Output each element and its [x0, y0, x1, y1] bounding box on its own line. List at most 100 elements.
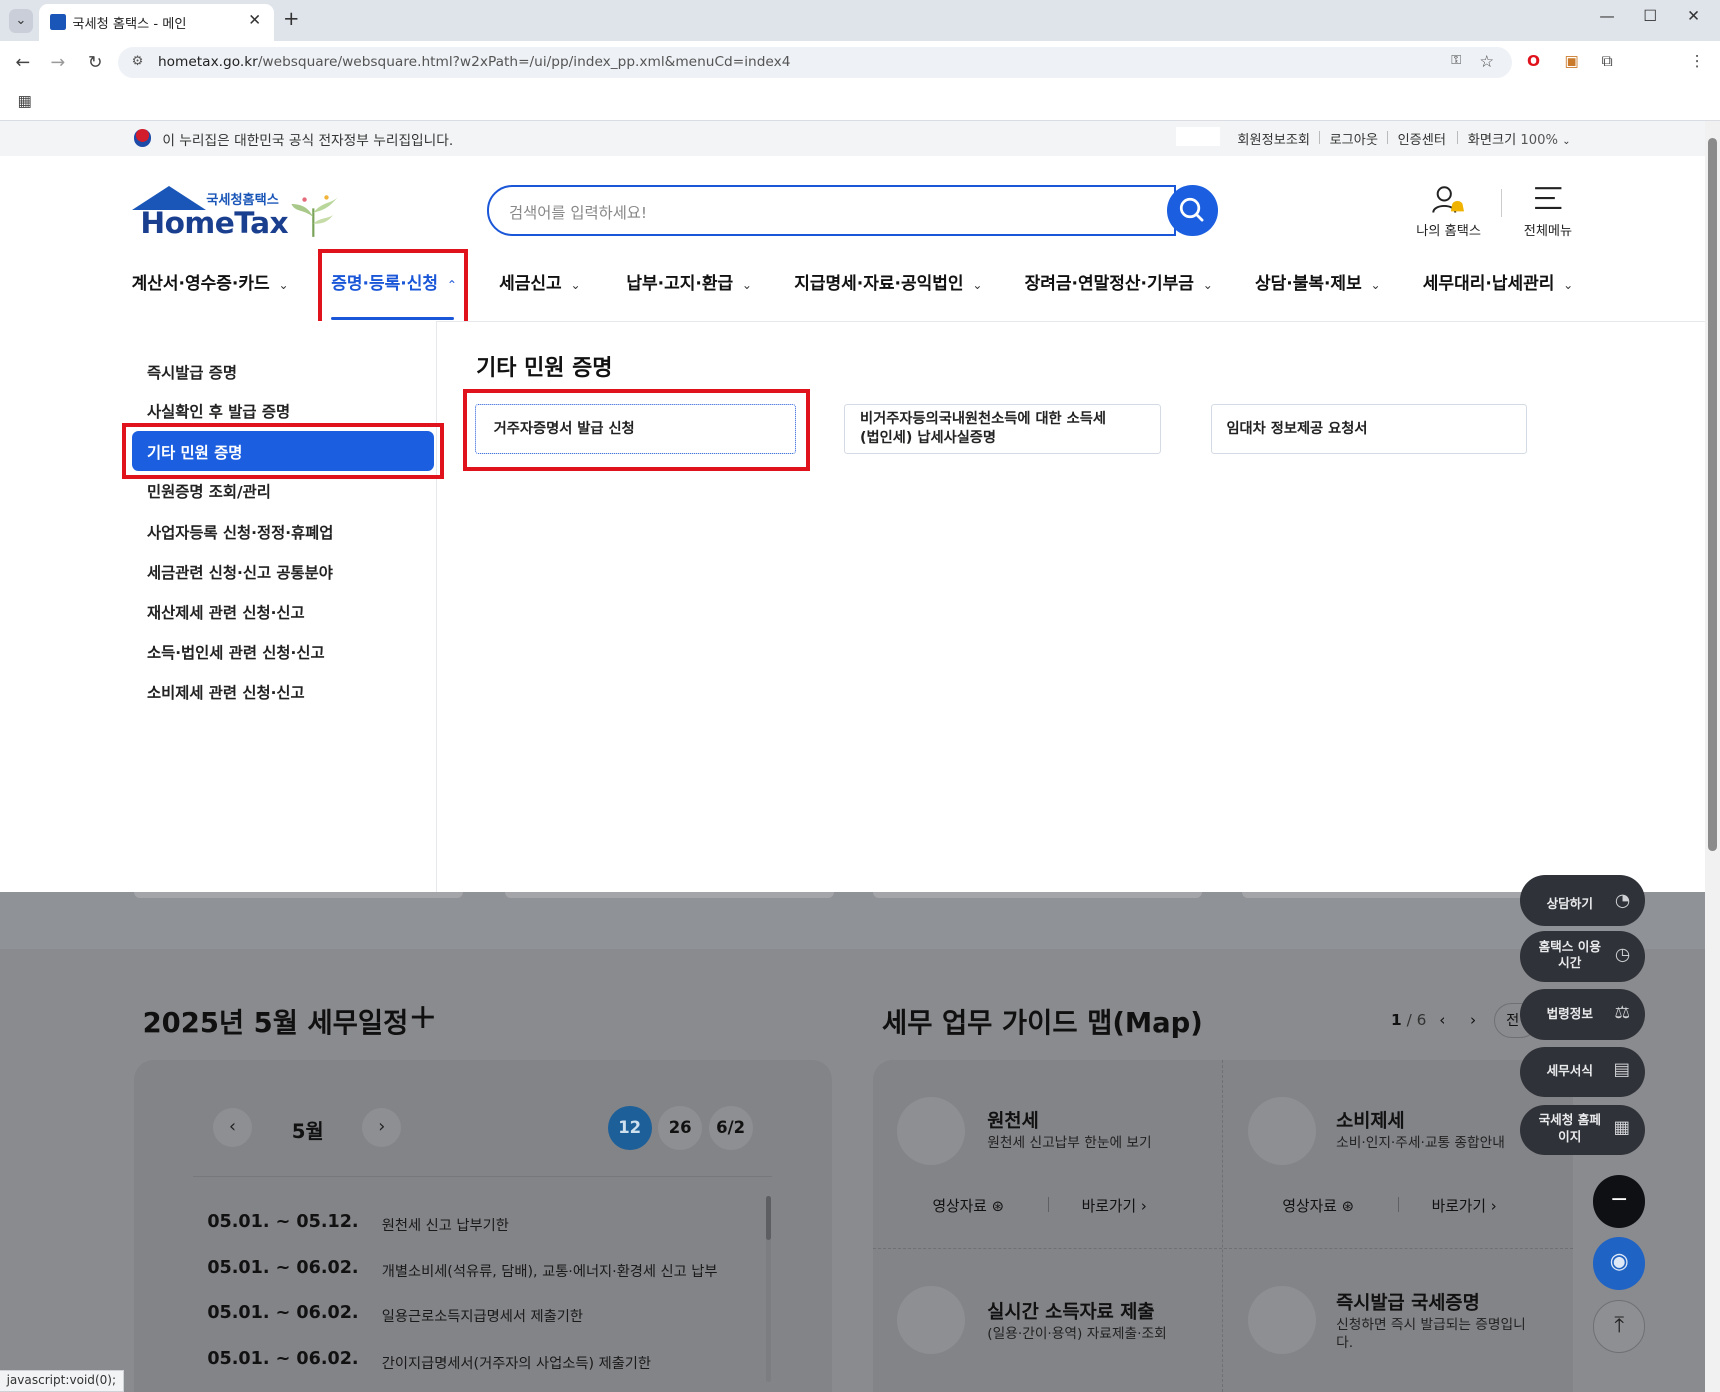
apps-grid-icon[interactable]: ▦ [18, 92, 33, 110]
extensions-puzzle-icon[interactable]: ⧉ [1602, 52, 1613, 71]
password-key-icon[interactable]: ⚿ [1451, 53, 1461, 68]
gnb-item-invoice[interactable]: 계산서·영수증·카드 ⌄ [132, 269, 289, 294]
video-reel-icon: ⊛ [991, 1197, 1005, 1215]
maximize-icon[interactable]: ☐ [1643, 7, 1657, 25]
address-bar[interactable]: ⚙ hometax.go.kr/websquare/websquare.html… [118, 47, 1512, 78]
link-divider [1397, 1196, 1399, 1213]
guide-card-sub: 원천세 신고납부 한눈에 보기 [987, 1135, 1152, 1152]
new-tab-icon[interactable]: + [283, 7, 300, 30]
my-hometax-label[interactable]: 나의 홈택스 [1416, 220, 1481, 239]
scroll-top-icon[interactable]: ⤒ [1592, 1299, 1646, 1353]
guide-card-title[interactable]: 즉시발급 국세증명 [1336, 1288, 1480, 1315]
lnb-item-common-tax[interactable]: 세금관련 신청·신고 공통분야 [147, 561, 333, 583]
date-pill[interactable]: 26 [658, 1105, 703, 1150]
guide-card-sub: 신청하면 즉시 발급되는 증명입니다. [1336, 1317, 1526, 1352]
lnb-item-instant-cert[interactable]: 즉시발급 증명 [147, 361, 237, 383]
schedule-scroll-thumb[interactable] [765, 1195, 772, 1240]
date-pill-selected[interactable]: 12 [607, 1105, 652, 1150]
schedule-row-desc[interactable]: 일용근로소득지급명세서 제출기한 [382, 1305, 583, 1326]
video-link[interactable]: 영상자료 ⊛ [932, 1195, 1004, 1216]
video-link[interactable]: 영상자료 ⊛ [1282, 1195, 1354, 1216]
float-law-button[interactable]: 법령정보 ⚖ [1520, 989, 1646, 1040]
schedule-row-date: 05.01. ~ 06.02. [207, 1303, 359, 1324]
site-info-icon[interactable]: ⚙ [132, 54, 144, 69]
date-pill[interactable]: 6/2 [708, 1105, 753, 1150]
logo-title[interactable]: HomeTax [140, 206, 288, 240]
dimmed-card-edge [504, 891, 834, 899]
chatbot-icon[interactable]: ◉ [1592, 1237, 1646, 1291]
gnb-item-incentive[interactable]: 장려금·연말정산·기부금 ⌄ [1025, 269, 1213, 294]
all-menu-label[interactable]: 전체메뉴 [1524, 220, 1572, 239]
gnb-item-payment[interactable]: 납부·고지·환급 ⌄ [626, 269, 752, 294]
gnb-item-payment-statement[interactable]: 지급명세·자료·공익법인 ⌄ [794, 269, 982, 294]
util-divider [1386, 130, 1388, 144]
cert-center-link[interactable]: 인증센터 [1398, 129, 1446, 148]
guide-next-chevron-icon[interactable]: › [1470, 1011, 1476, 1029]
schedule-row-desc[interactable]: 개별소비세(석유류, 담배), 교통·에너지·환경세 신고 납부 [382, 1260, 718, 1281]
my-hometax-icon[interactable] [1430, 184, 1467, 217]
logout-link[interactable]: 로그아웃 [1330, 129, 1378, 148]
goto-link[interactable]: 바로가기 › [1082, 1195, 1147, 1216]
user-name-blank [1175, 127, 1220, 146]
gnb-item-consult[interactable]: 상담·불복·제보 ⌄ [1255, 269, 1381, 294]
gavel-icon: ⚖ [1614, 1002, 1631, 1023]
search-button[interactable] [1167, 185, 1218, 236]
dimmed-band [0, 891, 1705, 949]
lnb-item-consumption-tax[interactable]: 소비제세 관련 신청·신고 [147, 681, 305, 703]
logo-plant-icon [291, 195, 338, 237]
forward-icon[interactable]: → [50, 53, 65, 73]
lnb-item-cert-lookup[interactable]: 민원증명 조회/관리 [147, 480, 271, 502]
zoom-control[interactable]: 화면크기 100% ⌄ [1468, 129, 1571, 148]
collapse-minus-icon[interactable]: − [1592, 1174, 1646, 1228]
guide-card-title[interactable]: 소비제세 [1336, 1106, 1405, 1133]
tab-title: 국세청 홈택스 - 메인 [72, 17, 187, 33]
page-scroll-thumb[interactable] [1708, 138, 1717, 852]
guide-prev-chevron-icon[interactable]: ‹ [1439, 1011, 1445, 1029]
float-consult-button[interactable]: 상담하기 ◔ [1520, 875, 1646, 926]
float-nts-home-button[interactable]: 국세청 홈페이지 ▦ [1520, 1104, 1646, 1156]
nonresident-tax-label: 비거주자등의국내원천소득에 대한 소득세 (법인세) 납세사실증명 [860, 411, 1106, 446]
lnb-item-business-reg[interactable]: 사업자등록 신청·정정·휴폐업 [147, 521, 333, 543]
goto-link[interactable]: 바로가기 › [1432, 1195, 1497, 1216]
lnb-item-income-tax[interactable]: 소득·법인세 관련 신청·신고 [147, 641, 325, 663]
opera-extension-icon[interactable]: O [1527, 52, 1540, 70]
search-placeholder: 검색어를 입력하세요! [509, 203, 648, 222]
chevron-down-icon: ⌄ [1370, 277, 1381, 292]
member-info-link[interactable]: 회원정보조회 [1237, 129, 1310, 148]
schedule-row-desc[interactable]: 간이지급명세서(거주자의 사업소득) 제출기한 [382, 1352, 651, 1373]
lnb-item-verified-cert[interactable]: 사실확인 후 발급 증명 [147, 400, 290, 422]
logo-subtitle[interactable]: 국세청홈택스 [206, 189, 279, 208]
float-hours-button[interactable]: 홈택스 이용시간 ◷ [1520, 931, 1646, 982]
clock-icon: ◷ [1614, 944, 1631, 965]
window-close-icon[interactable]: ✕ [1687, 7, 1700, 25]
schedule-row-desc[interactable]: 원천세 신고 납부기한 [382, 1214, 509, 1235]
chevron-down-icon: ⌄ [1563, 277, 1574, 292]
tab-search-icon[interactable]: ⌄ [8, 8, 33, 33]
building-icon: ▦ [1613, 1117, 1631, 1138]
bookmark-star-icon[interactable]: ☆ [1479, 52, 1494, 71]
lnb-item-property-tax[interactable]: 재산제세 관련 신청·신고 [147, 601, 305, 623]
schedule-divider [193, 1175, 773, 1178]
guide-card-title[interactable]: 실시간 소득자료 제출 [987, 1297, 1154, 1324]
browser-tab[interactable]: 국세청 홈택스 - 메인 ✕ [39, 4, 275, 41]
minimize-icon[interactable]: — [1599, 7, 1614, 25]
schedule-row-date: 05.01. ~ 06.02. [207, 1349, 359, 1370]
browser-menu-icon[interactable]: ⋮ [1689, 52, 1704, 70]
tab-close-icon[interactable]: ✕ [248, 11, 261, 29]
bookmarks-bar [0, 84, 1720, 121]
float-forms-button[interactable]: 세무서식 ▤ [1520, 1046, 1646, 1097]
guide-map-title: 세무 업무 가이드 맵(Map) [881, 1008, 1203, 1040]
util-divider [1318, 130, 1320, 144]
schedule-more-plus-icon[interactable]: + [408, 996, 437, 1037]
hamburger-menu-icon[interactable] [1534, 186, 1563, 210]
back-icon[interactable]: ← [15, 53, 30, 73]
extension-icon[interactable]: ▣ [1564, 52, 1579, 70]
link-divider [1047, 1196, 1049, 1213]
gnb-item-agent[interactable]: 세무대리·납세관리 ⌄ [1423, 269, 1573, 294]
dimmed-card-edge [133, 891, 463, 899]
schedule-row-date: 05.01. ~ 05.12. [207, 1212, 359, 1233]
reload-icon[interactable]: ↻ [88, 53, 103, 73]
guide-card-title[interactable]: 원천세 [987, 1106, 1038, 1133]
gnb-item-tax-report[interactable]: 세금신고 ⌄ [499, 269, 580, 294]
video-reel-icon: ⊛ [1341, 1197, 1354, 1215]
